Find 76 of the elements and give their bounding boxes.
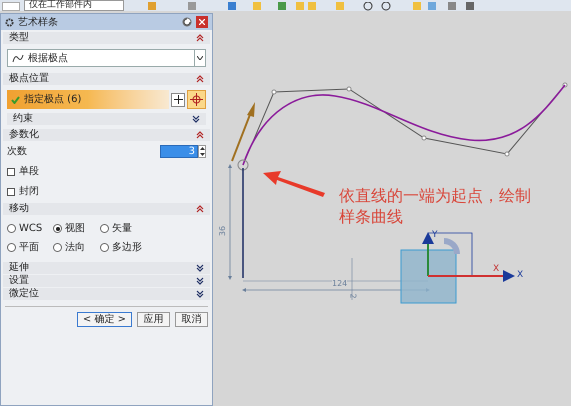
radio-button[interactable] [53,243,62,252]
section-title: 微定位 [9,288,39,300]
spin-arrows-icon [200,147,204,156]
pointer-arrow [263,171,325,197]
radio-button[interactable] [100,224,109,233]
direction-arrow [231,102,255,162]
close-icon [199,19,205,25]
spline-icon [12,54,24,62]
section-title: 极点位置 [9,73,49,85]
dialog-button[interactable]: 应用 [137,312,170,327]
radio-button[interactable] [53,224,62,233]
dimension-value: 36 [218,226,228,236]
checkbox-label: 封闭 [19,184,39,199]
expand-icon[interactable] [196,264,204,272]
check-icon [11,96,20,104]
plus-icon [174,95,182,104]
reset-icon[interactable] [182,17,192,27]
axis-label: X [493,264,500,274]
section-header[interactable]: 微定位 [3,288,210,300]
section-header[interactable]: 延伸 [3,262,210,274]
section-title: 延伸 [9,262,29,274]
point-dialog-button[interactable] [187,90,206,109]
radio-label: 矢量 [112,222,132,236]
radio-button[interactable] [7,243,16,252]
expand-icon[interactable] [196,290,204,298]
gear-icon [5,18,14,26]
section-header[interactable]: 极点位置 [3,73,210,85]
dimension-value: 2 [348,293,358,299]
y-axis [422,232,434,276]
section-header[interactable]: 移动 [3,203,210,215]
dropdown-field[interactable] [2,2,20,11]
csys-handle-square [400,250,456,304]
add-point-button[interactable] [171,92,185,106]
section-header[interactable]: 约束 [7,113,206,125]
dialog-button[interactable]: < 确定 > [76,312,132,327]
radio-label: WCS [19,222,42,236]
checkbox[interactable] [7,188,15,196]
radio-label: 视图 [65,222,85,236]
type-dropdown[interactable]: 根据极点 [7,49,206,67]
selection-label: 指定极点 (6) [24,92,82,107]
dimension-value: 124 [332,279,348,289]
checkbox-label: 单段 [19,164,39,179]
select-poles-row[interactable]: 指定极点 (6) [7,90,169,109]
collapse-icon[interactable] [196,205,204,213]
annotation-text: 依直线的一端为起点，绘制样条曲线 [339,185,532,227]
radio-label: 多边形 [112,240,142,255]
rotation-handle [444,238,460,254]
radio-label: 平面 [19,241,39,255]
section-header[interactable]: 设置 [3,275,210,287]
dialog-button[interactable]: 取消 [175,312,208,327]
radio-button[interactable] [100,243,109,252]
section-header[interactable]: 类型 [3,32,210,44]
section-title: 参数化 [9,129,39,141]
expand-icon[interactable] [192,115,200,123]
section-title: 类型 [9,32,29,44]
plane-outline [428,232,472,276]
collapse-icon[interactable] [196,34,204,42]
axis-label: X [517,270,524,280]
dialog-title: 艺术样条 [18,16,59,30]
radio-label: 法向 [65,240,85,255]
collapse-icon[interactable] [196,131,204,139]
checkbox[interactable] [7,168,15,176]
start-point-marker [238,160,248,170]
section-title: 设置 [9,275,29,287]
radio-button[interactable] [7,224,16,233]
spinner-button[interactable] [198,145,206,158]
dropdown-value: 根据极点 [28,52,69,66]
section-title: 约束 [13,113,33,125]
expand-icon[interactable] [196,277,204,285]
crosshair-icon [190,93,203,106]
section-title: 移动 [9,203,29,215]
section-header[interactable]: 参数化 [3,129,210,141]
degree-label: 次数 [7,145,27,159]
collapse-icon[interactable] [196,75,204,83]
close-button[interactable] [196,16,208,28]
caret-icon [197,56,203,60]
